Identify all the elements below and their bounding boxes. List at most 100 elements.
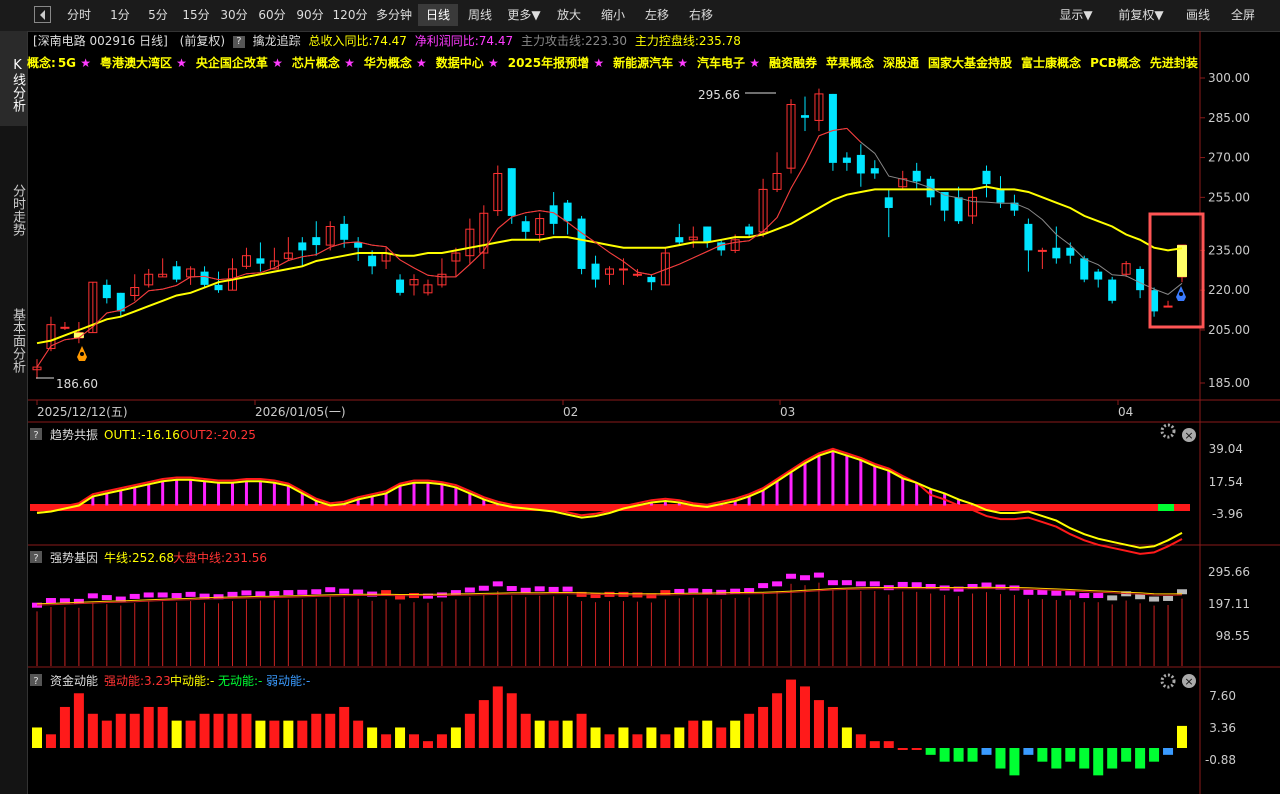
momentum-bar — [730, 720, 741, 748]
gene-block — [464, 587, 475, 593]
gene-block — [772, 581, 783, 587]
candle-body — [856, 154, 865, 174]
momentum-bar — [953, 748, 964, 762]
momentum-bar — [1135, 748, 1146, 769]
momentum-bar — [450, 727, 461, 748]
gene-block — [157, 592, 168, 598]
candle-body — [884, 197, 893, 208]
candle-body — [828, 93, 837, 163]
gene-block — [520, 587, 531, 593]
momentum-bar — [688, 720, 699, 748]
price-axis-label: 220.00 — [1208, 283, 1250, 297]
panel2-title: 强势基因 — [50, 551, 98, 565]
gene-block — [534, 586, 545, 592]
candle-body — [954, 197, 963, 222]
gear-icon — [1160, 423, 1176, 439]
gene-block — [227, 591, 238, 597]
candle-body — [1024, 223, 1033, 251]
panel3-axis: 7.60 — [1209, 689, 1236, 703]
candle-body — [60, 326, 70, 329]
momentum-bar — [520, 713, 531, 748]
gene-block — [813, 572, 824, 578]
candle-body — [1080, 258, 1089, 280]
out2-line — [36, 447, 1183, 555]
gene-block — [1107, 595, 1118, 601]
momentum-bar — [227, 713, 238, 748]
gene-block — [1093, 593, 1104, 599]
candle-body — [214, 284, 223, 291]
help-icon-glyph: ? — [33, 430, 38, 441]
gene-block — [506, 586, 517, 592]
momentum-bar — [827, 706, 838, 748]
candle-body — [912, 170, 921, 182]
momentum-bar — [213, 713, 224, 748]
gene-block — [897, 581, 908, 587]
panel2-big: 大盘中线:231.56 — [173, 550, 267, 565]
panel3-mid: 中动能:- — [170, 673, 214, 688]
candle-body — [842, 157, 851, 163]
momentum-bar — [339, 706, 350, 748]
momentum-bar — [353, 720, 364, 748]
candle-body — [632, 273, 642, 276]
gene-block — [1051, 590, 1062, 596]
close-icon-glyph: × — [1184, 675, 1193, 688]
momentum-bar — [464, 713, 475, 748]
gene-block — [185, 591, 196, 597]
momentum-bar — [478, 700, 489, 748]
date-label: 03 — [780, 405, 795, 419]
momentum-bar — [758, 706, 769, 748]
price-axis-label: 285.00 — [1208, 111, 1250, 125]
momentum-bar — [185, 720, 196, 748]
gene-block — [562, 586, 573, 592]
candle-body — [1108, 279, 1117, 301]
candle-body — [200, 271, 209, 285]
gene-block — [1135, 594, 1146, 600]
candle-body — [298, 242, 307, 251]
momentum-bar — [967, 748, 978, 762]
price-axis-label: 270.00 — [1208, 151, 1250, 165]
candle-body — [591, 263, 600, 280]
gear-icon — [1160, 673, 1176, 689]
candle-body — [563, 202, 572, 222]
momentum-bar — [981, 748, 992, 755]
gene-block — [1149, 596, 1160, 602]
momentum-bar — [1149, 748, 1160, 762]
candle-body — [368, 255, 377, 267]
momentum-bar — [45, 734, 56, 748]
price-axis-label: 205.00 — [1208, 323, 1250, 337]
panel3-strong: 强动能:3.23 — [104, 674, 171, 688]
momentum-bar — [772, 693, 783, 748]
zero-band-green — [1158, 504, 1174, 511]
momentum-bar — [618, 727, 629, 748]
panel3-weak: 弱动能:- — [266, 674, 310, 688]
momentum-bar — [1051, 748, 1062, 769]
panel2-axis: 295.66 — [1208, 565, 1250, 579]
momentum-bar — [813, 700, 824, 748]
panel1-out1: OUT1:-16.16 — [104, 428, 180, 442]
panel3-axis: 3.36 — [1209, 721, 1236, 735]
momentum-bar — [492, 686, 503, 748]
gene-block — [129, 593, 140, 599]
momentum-bar — [869, 741, 880, 748]
momentum-bar — [101, 720, 112, 748]
candle-body — [396, 279, 405, 293]
panel1-out2: OUT2:-20.25 — [180, 428, 256, 442]
gene-block — [241, 590, 252, 596]
kline-chart[interactable]: 300.00 285.00 270.00 255.00 235.00 220.00 205.… — [0, 0, 1280, 794]
panel1-axis: 39.04 — [1209, 442, 1243, 456]
panel1-axis: 17.54 — [1209, 475, 1243, 489]
momentum-bar — [911, 748, 922, 750]
momentum-bar — [786, 679, 797, 748]
momentum-bar — [157, 706, 168, 748]
gene-block — [758, 583, 769, 589]
momentum-bar — [548, 720, 559, 748]
momentum-bar — [1177, 725, 1187, 748]
price-axis-label: 185.00 — [1208, 376, 1250, 390]
help-icon-glyph: ? — [33, 553, 38, 564]
momentum-bar — [1093, 748, 1104, 776]
momentum-bar — [841, 727, 852, 748]
momentum-bar — [1079, 748, 1090, 769]
panel1-title: 趋势共振 — [50, 428, 98, 442]
candle-body — [647, 276, 656, 283]
momentum-bar — [283, 720, 294, 748]
